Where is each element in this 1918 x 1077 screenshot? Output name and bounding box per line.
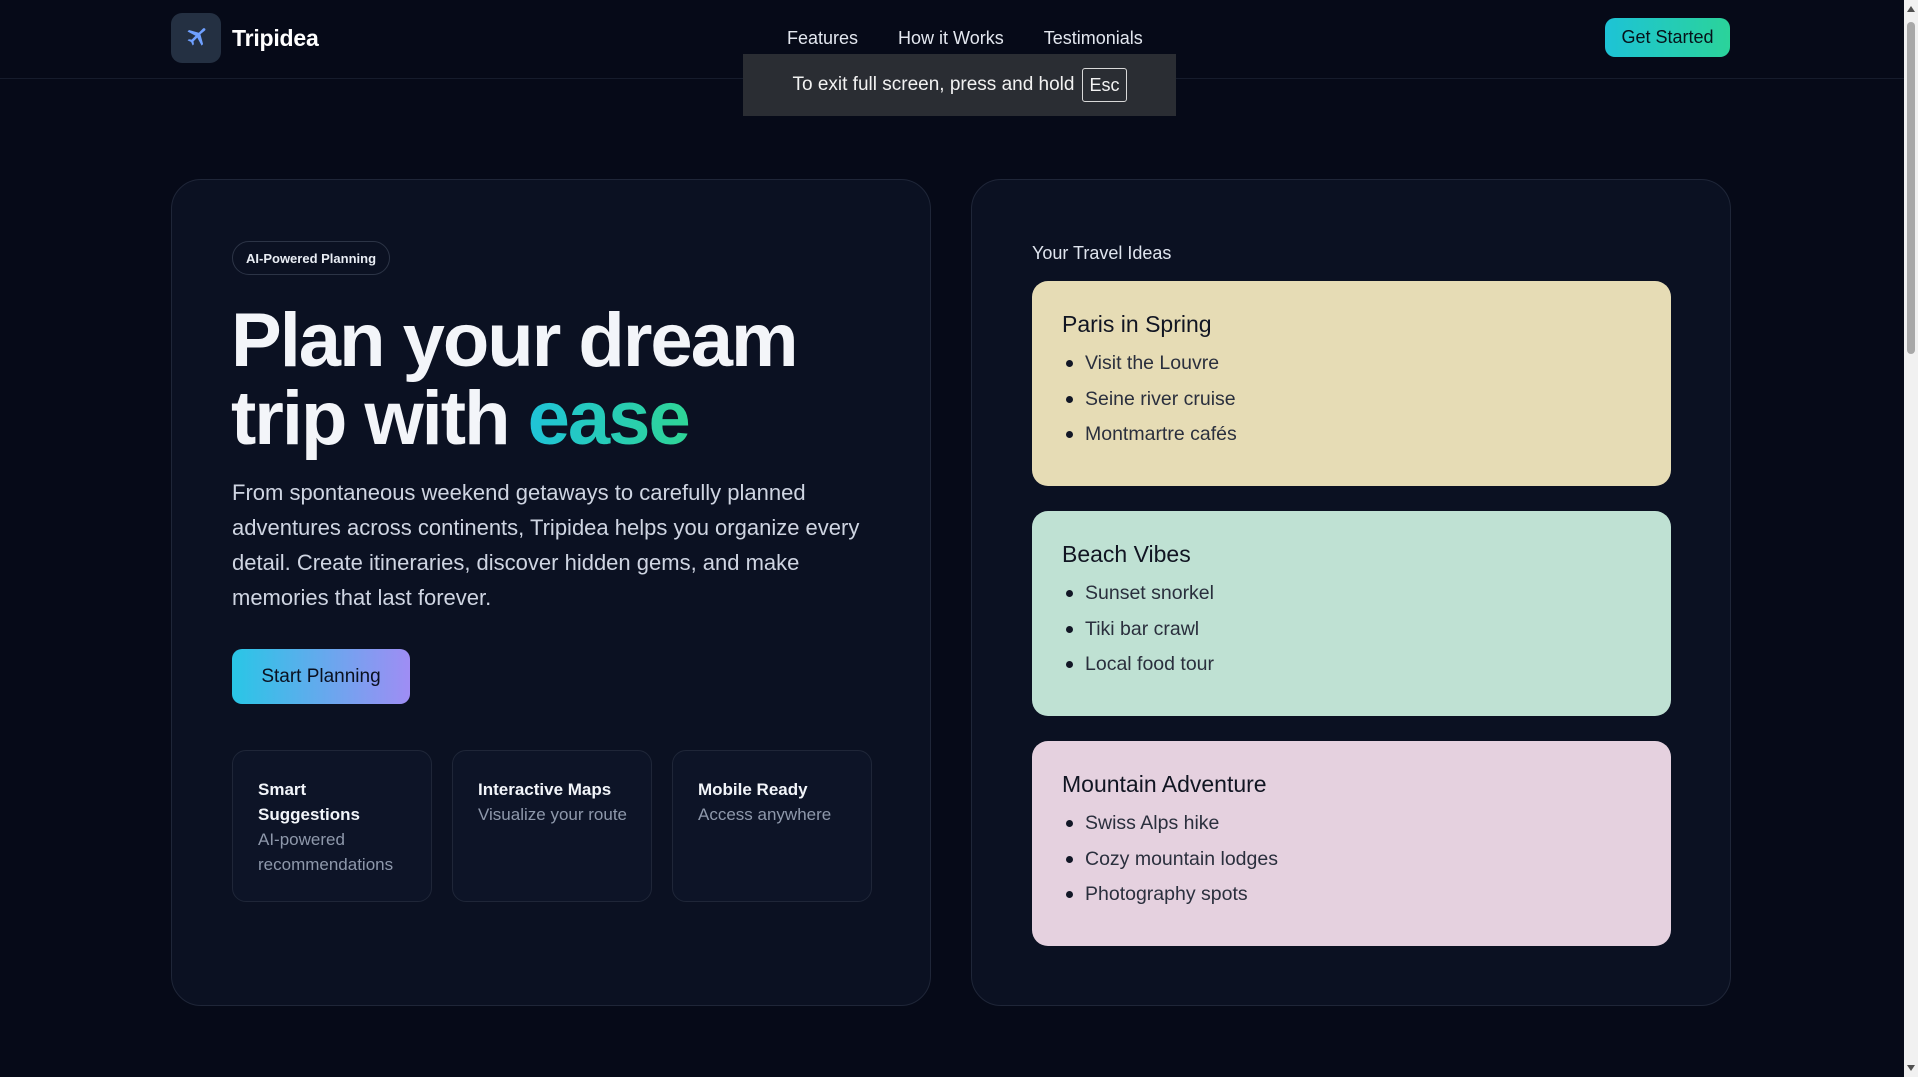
feature-card-mobile-ready: Mobile Ready Access anywhere <box>672 750 872 902</box>
feature-title: Smart Suggestions <box>258 780 361 824</box>
list-item-text: Sunset snorkel <box>1085 582 1214 604</box>
brand[interactable]: Tripidea <box>171 13 319 63</box>
bullet-icon <box>1066 431 1073 439</box>
list-item: Local food tour <box>1062 647 1641 683</box>
nav-how-it-works[interactable]: How it Works <box>898 28 1004 49</box>
headline-accent: ease <box>527 376 691 461</box>
list-item-text: Photography spots <box>1085 883 1248 905</box>
feature-card-interactive-maps: Interactive Maps Visualize your route <box>452 750 652 902</box>
get-started-button[interactable]: Get Started <box>1605 18 1730 57</box>
idea-title: Beach Vibes <box>1062 541 1191 567</box>
feature-desc: AI-powered recommendations <box>258 830 394 874</box>
fullscreen-exit-notice: To exit full screen, press and hold Esc <box>743 54 1176 116</box>
scroll-up-icon[interactable] <box>1907 6 1915 12</box>
travel-ideas-label: Your Travel Ideas <box>1032 243 1172 263</box>
bullet-icon <box>1066 855 1073 863</box>
list-item-text: Swiss Alps hike <box>1085 812 1220 834</box>
idea-card-beach[interactable]: Beach Vibes Sunset snorkel Tiki bar craw… <box>1032 511 1671 716</box>
list-item-text: Local food tour <box>1085 653 1215 675</box>
bullet-icon <box>1066 625 1073 633</box>
scroll-down-icon[interactable] <box>1907 1065 1915 1071</box>
idea-card-mountain[interactable]: Mountain Adventure Swiss Alps hike Cozy … <box>1032 741 1671 946</box>
bullet-icon <box>1066 661 1073 669</box>
bullet-icon <box>1066 395 1073 403</box>
list-item: Visit the Louvre <box>1062 346 1641 382</box>
headline-main: Plan your dream trip with <box>231 298 799 461</box>
feature-card-smart-suggestions: Smart Suggestions AI-powered recommendat… <box>232 750 432 902</box>
page-scrollbar[interactable] <box>1904 0 1918 1077</box>
idea-title: Mountain Adventure <box>1062 771 1267 797</box>
list-item: Tiki bar crawl <box>1062 612 1641 648</box>
page: Tripidea Features How it Works Testimoni… <box>0 0 1918 1077</box>
list-item: Swiss Alps hike <box>1062 806 1641 842</box>
idea-card-paris[interactable]: Paris in Spring Visit the Louvre Seine r… <box>1032 281 1671 486</box>
main-nav: Features How it Works Testimonials <box>787 28 1143 49</box>
fullscreen-notice-text: To exit full screen, press and hold <box>792 74 1075 95</box>
travel-ideas-card: Your Travel Ideas Paris in Spring Visit … <box>971 179 1731 1006</box>
feature-title: Mobile Ready <box>698 780 808 799</box>
nav-testimonials[interactable]: Testimonials <box>1044 28 1143 49</box>
list-item-text: Montmartre cafés <box>1085 423 1237 445</box>
list-item: Montmartre cafés <box>1062 417 1641 453</box>
feature-desc: Access anywhere <box>698 805 832 824</box>
esc-key-hint: Esc <box>1082 68 1127 102</box>
nav-features[interactable]: Features <box>787 28 858 49</box>
scroll-thumb[interactable] <box>1907 22 1915 354</box>
idea-list: Visit the Louvre Seine river cruise Mont… <box>1062 346 1641 453</box>
hero-card: AI-Powered Planning Plan your dream trip… <box>171 179 931 1006</box>
airplane-icon <box>187 28 206 46</box>
idea-list: Swiss Alps hike Cozy mountain lodges Pho… <box>1062 806 1641 913</box>
bullet-icon <box>1066 891 1073 899</box>
bullet-icon <box>1066 590 1073 598</box>
list-item: Cozy mountain lodges <box>1062 842 1641 878</box>
start-planning-button[interactable]: Start Planning <box>232 649 410 704</box>
list-item: Sunset snorkel <box>1062 576 1641 612</box>
feature-list: Smart Suggestions AI-powered recommendat… <box>232 750 872 902</box>
list-item-text: Visit the Louvre <box>1085 352 1220 374</box>
brand-name: Tripidea <box>232 24 319 51</box>
feature-desc: Visualize your route <box>478 805 627 824</box>
logo-badge <box>171 13 221 63</box>
list-item-text: Seine river cruise <box>1085 387 1236 410</box>
list-item-text: Tiki bar crawl <box>1085 617 1200 640</box>
list-item: Seine river cruise <box>1062 382 1641 418</box>
ai-planning-badge: AI-Powered Planning <box>232 241 391 275</box>
list-item-text: Cozy mountain lodges <box>1085 847 1278 870</box>
bullet-icon <box>1066 820 1073 828</box>
idea-list: Sunset snorkel Tiki bar crawl Local food… <box>1062 576 1641 683</box>
list-item: Photography spots <box>1062 877 1641 913</box>
feature-title: Interactive Maps <box>478 780 612 799</box>
bullet-icon <box>1066 360 1073 368</box>
hero-description: From spontaneous weekend getaways to car… <box>232 480 860 610</box>
hero-headline: Plan your dream trip with ease <box>231 302 891 458</box>
idea-title: Paris in Spring <box>1062 311 1212 337</box>
